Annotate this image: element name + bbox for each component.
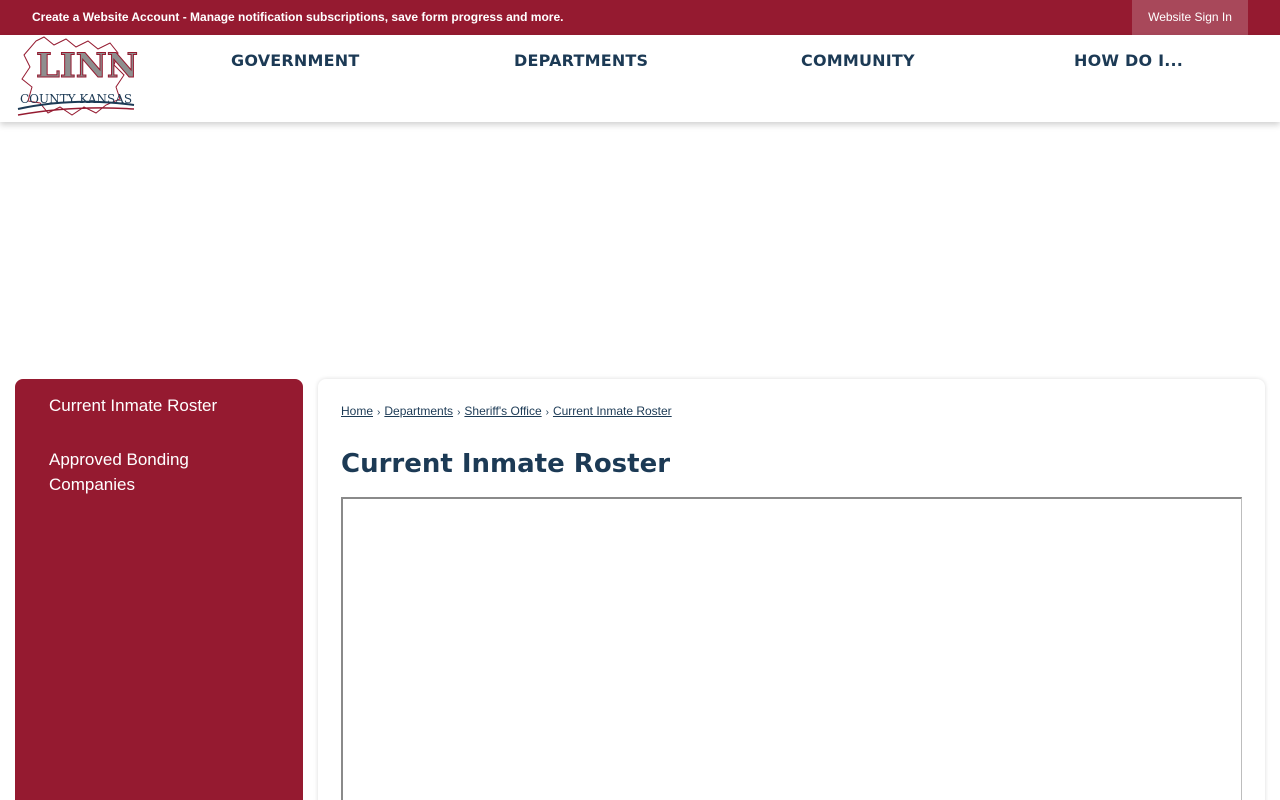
sidebar-item-current-inmate-roster[interactable]: Current Inmate Roster [49, 393, 249, 418]
nav-how-do-i[interactable]: HOW DO I... [1074, 51, 1183, 70]
sidebar-nav: Current Inmate Roster Approved Bonding C… [15, 379, 303, 800]
breadcrumb-sheriffs-office[interactable]: Sheriff's Office [464, 404, 541, 418]
logo-subtitle: COUNTY KANSAS [20, 92, 132, 106]
nav-departments[interactable]: DEPARTMENTS [514, 51, 648, 70]
notification-message: Create a Website Account - Manage notifi… [32, 10, 563, 24]
breadcrumb: Home › Departments › Sheriff's Office › Curren… [341, 404, 672, 418]
notification-text: - Manage notification subscriptions, sav… [179, 10, 564, 24]
logo-title: LINN [36, 46, 138, 86]
create-account-link[interactable]: Create a Website Account [32, 10, 179, 24]
inmate-roster-frame[interactable] [341, 497, 1242, 800]
breadcrumb-separator: › [457, 407, 461, 418]
breadcrumb-current-inmate-roster[interactable]: Current Inmate Roster [553, 404, 672, 418]
breadcrumb-departments[interactable]: Departments [384, 404, 453, 418]
nav-community[interactable]: COMMUNITY [801, 51, 915, 70]
page-title: Current Inmate Roster [341, 449, 671, 479]
main-content: Home › Departments › Sheriff's Office › Curren… [318, 379, 1265, 800]
breadcrumb-home[interactable]: Home [341, 404, 373, 418]
notification-bar: Create a Website Account - Manage notifi… [0, 0, 1280, 35]
breadcrumb-separator: › [545, 407, 549, 418]
website-sign-in-button[interactable]: Website Sign In [1132, 0, 1248, 35]
nav-government[interactable]: GOVERNMENT [231, 51, 359, 70]
site-header: LINN COUNTY KANSAS GOVERNMENT DEPARTMENT… [0, 35, 1280, 122]
linn-county-logo[interactable]: LINN COUNTY KANSAS [14, 35, 138, 119]
sidebar-item-approved-bonding-companies[interactable]: Approved Bonding Companies [49, 447, 249, 497]
breadcrumb-separator: › [377, 407, 381, 418]
